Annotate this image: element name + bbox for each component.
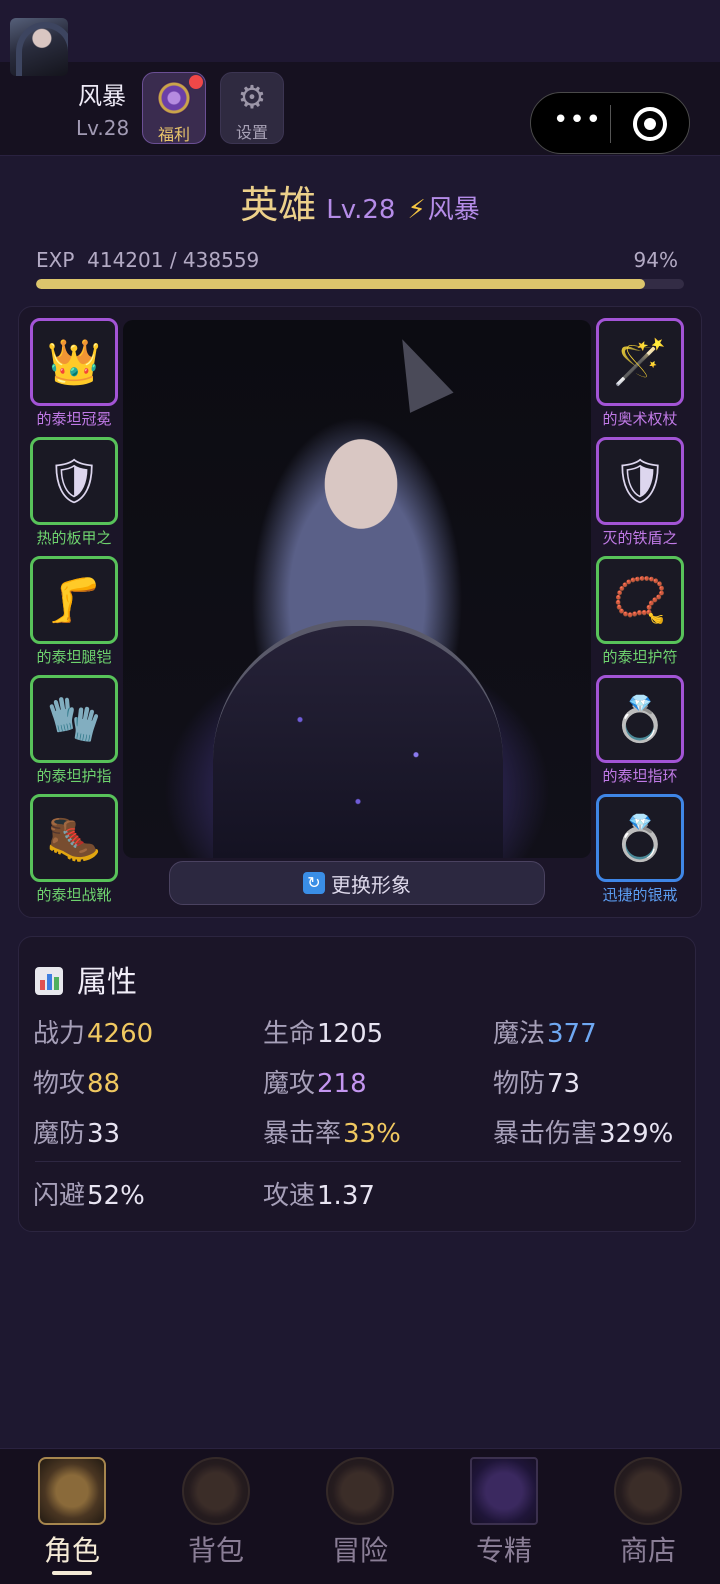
welfare-label: 福利 — [157, 125, 190, 144]
hero-portrait — [123, 320, 591, 858]
stat-phys-def: 物防73 — [493, 1069, 581, 1099]
welfare-button[interactable]: 福利 — [142, 72, 206, 144]
tab-shop[interactable]: 商店 — [576, 1449, 720, 1584]
bottom-tab-bar: 角色 背包 冒险 专精 商店 — [0, 1448, 720, 1584]
leg-armor-icon: 🦵 — [46, 575, 102, 626]
equip-slot-left-0[interactable]: 👑 — [30, 318, 118, 406]
capsule-divider — [610, 105, 611, 143]
stat-mag-atk: 魔攻218 — [263, 1069, 367, 1099]
ring-icon: 💍 — [612, 813, 668, 864]
hero-title: 英雄 — [240, 183, 317, 227]
equip-name-right-4: 迅捷的银戒 — [602, 886, 678, 904]
tab-label: 冒险 — [331, 1534, 388, 1567]
player-name: 风暴 — [78, 82, 126, 110]
equip-slot-right-3[interactable]: 💍 — [596, 675, 684, 763]
stat-hp: 生命1205 — [263, 1019, 384, 1049]
tab-mastery[interactable]: 专精 — [432, 1449, 576, 1584]
equip-slot-right-4[interactable]: 💍 — [596, 794, 684, 882]
stat-phys-atk: 物攻88 — [33, 1069, 121, 1099]
crown-icon: 👑 — [46, 337, 102, 388]
gloves-icon: 🧤 — [46, 694, 102, 745]
stat-power: 战力4260 — [33, 1019, 154, 1049]
equip-name-left-4: 的泰坦战靴 — [36, 886, 112, 904]
change-appearance-button[interactable]: ↻ 更换形象 — [169, 861, 545, 905]
miniprogram-capsule: ••• — [530, 92, 690, 154]
stat-dodge: 闪避52% — [33, 1181, 145, 1211]
tab-backpack[interactable]: 背包 — [144, 1449, 288, 1584]
equip-name-right-3: 的泰坦指环 — [602, 767, 678, 785]
prayer-beads-icon: 📿 — [612, 575, 668, 626]
lightning-icon: ⚡ — [407, 195, 426, 225]
equip-name-left-3: 的泰坦护指 — [36, 767, 112, 785]
attributes-divider — [35, 1161, 681, 1162]
attributes-panel: 属性 战力4260 生命1205 魔法377 物攻88 魔攻218 物防73 魔… — [18, 936, 696, 1232]
stat-mp: 魔法377 — [493, 1019, 597, 1049]
settings-button[interactable]: ⚙ 设置 — [220, 72, 284, 144]
attributes-header: 属性 — [35, 957, 137, 1001]
equip-name-right-2: 的泰坦护符 — [602, 648, 678, 666]
hero-level: Lv.28 — [326, 195, 396, 225]
gear-icon: ⚙ — [237, 78, 267, 116]
portrait-armor — [213, 620, 503, 858]
equip-name-right-0: 的奥术权杖 — [602, 410, 678, 428]
equip-slot-left-1[interactable]: 🛡 — [30, 437, 118, 525]
equip-name-left-1: 热的板甲之 — [36, 529, 112, 547]
portrait-horn — [380, 329, 454, 413]
attributes-title: 属性 — [77, 965, 137, 1000]
notification-dot — [189, 75, 203, 89]
player-avatar[interactable] — [10, 18, 68, 76]
equip-slot-left-3[interactable]: 🧤 — [30, 675, 118, 763]
more-dots-icon[interactable]: ••• — [553, 105, 602, 135]
hero-class: 风暴 — [427, 195, 480, 225]
equip-name-left-0: 的泰坦冠冕 — [36, 410, 112, 428]
shield-icon: 🛡 — [612, 456, 668, 507]
tab-label: 商店 — [619, 1534, 676, 1567]
tab-adventure[interactable]: 冒险 — [288, 1449, 432, 1584]
exp-text: EXP 414201 / 438559 — [36, 248, 260, 272]
equip-slot-right-1[interactable]: 🛡 — [596, 437, 684, 525]
backpack-tab-icon — [182, 1457, 250, 1525]
hero-title-row: 英雄 Lv.28 ⚡风暴 — [0, 174, 720, 229]
stat-crit-dmg: 暴击伤害329% — [493, 1119, 674, 1149]
refresh-icon: ↻ — [303, 872, 325, 894]
welfare-badge-icon — [157, 81, 191, 115]
tab-label: 专精 — [475, 1534, 532, 1567]
equip-slot-right-0[interactable]: 🪄 — [596, 318, 684, 406]
exp-percent: 94% — [633, 248, 678, 272]
stat-crit-rate: 暴击率33% — [263, 1119, 401, 1149]
ring-icon: 💍 — [612, 694, 668, 745]
active-tab-indicator — [52, 1571, 92, 1575]
tab-character[interactable]: 角色 — [0, 1449, 144, 1584]
tab-label: 背包 — [187, 1534, 244, 1567]
equip-name-right-1: 灭的铁盾之 — [602, 529, 678, 547]
shield-icon: 🛡 — [46, 456, 102, 507]
stat-atk-speed: 攻速1.37 — [263, 1181, 375, 1211]
equip-slot-left-2[interactable]: 🦵 — [30, 556, 118, 644]
equip-slot-right-2[interactable]: 📿 — [596, 556, 684, 644]
settings-label: 设置 — [235, 123, 268, 142]
bar-chart-icon — [35, 967, 63, 995]
equip-slot-left-4[interactable]: 🥾 — [30, 794, 118, 882]
shop-tab-icon — [614, 1457, 682, 1525]
mastery-tab-icon — [470, 1457, 538, 1525]
exp-progress-bar — [36, 279, 684, 289]
change-appearance-label: 更换形象 — [331, 872, 411, 897]
magic-wand-icon: 🪄 — [612, 337, 668, 388]
boots-icon: 🥾 — [46, 813, 102, 864]
target-icon[interactable] — [633, 107, 667, 141]
tab-label: 角色 — [43, 1534, 100, 1567]
player-level: Lv.28 — [76, 116, 130, 140]
character-tab-icon — [38, 1457, 106, 1525]
status-bar — [0, 0, 720, 62]
adventure-tab-icon — [326, 1457, 394, 1525]
exp-progress-fill — [36, 279, 646, 289]
equip-name-left-2: 的泰坦腿铠 — [36, 648, 112, 666]
stat-mag-def: 魔防33 — [33, 1119, 121, 1149]
